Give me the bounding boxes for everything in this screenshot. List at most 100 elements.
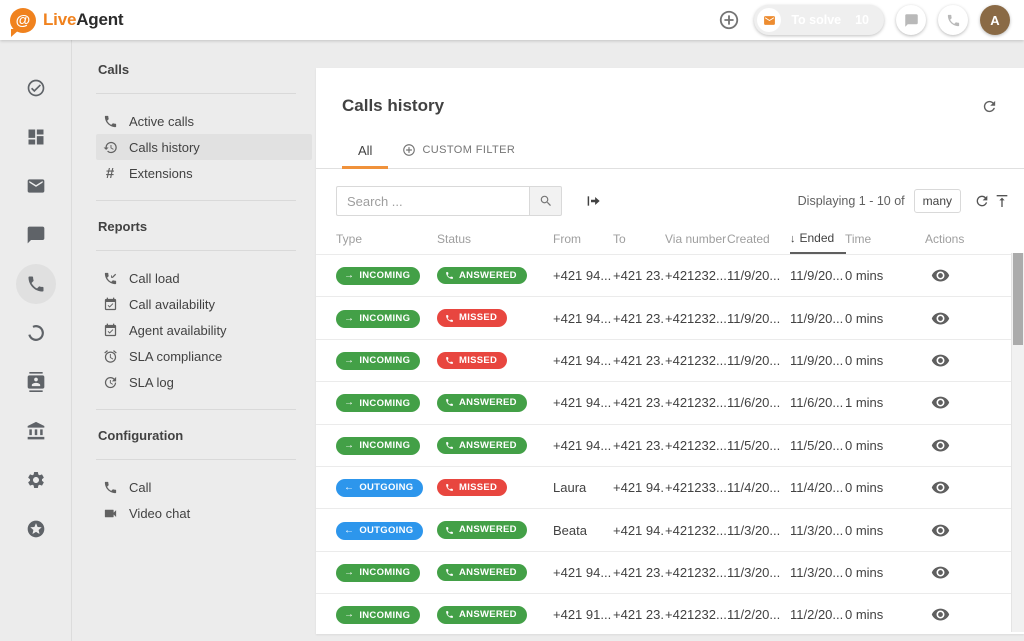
column-header-status[interactable]: Status — [437, 232, 553, 246]
via-number-cell: +421232... — [665, 353, 727, 368]
incoming-badge: →INCOMING — [336, 310, 420, 328]
chat-icon — [26, 225, 46, 245]
panel-refresh-button[interactable] — [981, 98, 998, 115]
view-call-button[interactable] — [931, 266, 950, 285]
column-header-via-number[interactable]: Via number — [665, 232, 727, 246]
to-cell: +421 23... — [613, 353, 665, 368]
table-row[interactable]: →INCOMINGANSWERED+421 94...+421 23...+42… — [316, 381, 1024, 423]
sidebar-item-extensions[interactable]: #Extensions — [96, 160, 312, 186]
user-avatar[interactable]: A — [980, 5, 1010, 35]
created-cell: 11/6/20... — [727, 395, 790, 410]
to-cell: +421 23... — [613, 438, 665, 453]
sidebar-item-sla-compliance[interactable]: SLA compliance — [96, 343, 312, 369]
add-new-button[interactable] — [716, 7, 742, 33]
view-call-button[interactable] — [931, 563, 950, 582]
phone-icon — [445, 483, 454, 492]
actions-cell — [925, 351, 1008, 370]
total-count-chip[interactable]: many — [914, 189, 961, 213]
badge-label: INCOMING — [359, 441, 410, 451]
from-cell: Beata — [553, 523, 613, 538]
sidebar-item-active-calls[interactable]: Active calls — [96, 108, 312, 134]
sidebar-item-call-load[interactable]: Call load — [96, 265, 312, 291]
phone-icon — [445, 314, 454, 323]
table-row[interactable]: →INCOMINGANSWERED+421 94...+421 23...+42… — [316, 424, 1024, 466]
tab-all[interactable]: All — [342, 132, 388, 168]
search-group — [336, 186, 562, 216]
table-refresh-button[interactable] — [974, 193, 990, 209]
column-header-type[interactable]: Type — [336, 232, 437, 246]
column-header-time[interactable]: Time — [845, 232, 925, 246]
scrollbar-thumb[interactable] — [1013, 253, 1023, 345]
column-header-ended[interactable]: ↓Ended — [790, 225, 845, 254]
badge-label: INCOMING — [359, 568, 410, 578]
column-header-to[interactable]: To — [613, 232, 665, 246]
tab-custom-filter[interactable]: CUSTOM FILTER — [388, 132, 529, 168]
type-cell: →INCOMING — [336, 563, 437, 582]
answered-badge: ANSWERED — [437, 521, 527, 539]
time-cell: 0 mins — [845, 480, 925, 495]
type-cell: →INCOMING — [336, 351, 437, 370]
search-input[interactable] — [336, 186, 529, 216]
rail-item-star-circle[interactable] — [16, 509, 56, 549]
history-icon — [102, 139, 118, 155]
rail-item-check-circle[interactable] — [16, 68, 56, 108]
sidebar-item-sla-log[interactable]: SLA log — [96, 369, 312, 395]
badge-label: ANSWERED — [459, 271, 517, 281]
actions-cell — [925, 436, 1008, 455]
view-call-button[interactable] — [931, 309, 950, 328]
badge-label: ANSWERED — [459, 525, 517, 535]
scroll-to-top-button[interactable] — [994, 193, 1010, 209]
sidebar-item-video-chat[interactable]: Video chat — [96, 500, 312, 526]
search-button[interactable] — [529, 186, 562, 216]
divider — [96, 459, 296, 460]
table-scrollbar[interactable] — [1011, 253, 1024, 632]
answered-badge: ANSWERED — [437, 437, 527, 455]
table-row[interactable]: →INCOMINGMISSED+421 94...+421 23...+4212… — [316, 296, 1024, 338]
view-call-button[interactable] — [931, 605, 950, 624]
column-header-actions[interactable]: Actions — [925, 232, 1008, 246]
rail-item-ring[interactable] — [16, 313, 56, 353]
rail-item-contacts[interactable] — [16, 362, 56, 402]
sidebar-item-call[interactable]: Call — [96, 474, 312, 500]
sidebar-item-calls-history[interactable]: Calls history — [96, 134, 312, 160]
view-call-button[interactable] — [931, 521, 950, 540]
table-row[interactable]: →INCOMINGANSWERED+421 91...+421 23...+42… — [316, 593, 1024, 635]
refresh-icon — [981, 98, 998, 115]
column-header-from[interactable]: From — [553, 232, 613, 246]
divider — [96, 250, 296, 251]
incoming-badge: →INCOMING — [336, 267, 420, 285]
rail-item-dashboard[interactable] — [16, 117, 56, 157]
to-cell: +421 94... — [613, 480, 665, 495]
table-row[interactable]: ←OUTGOINGANSWEREDBeata+421 94...+421232.… — [316, 508, 1024, 550]
logo-bubble-icon: @ — [10, 8, 36, 33]
sidebar-item-agent-availability[interactable]: Agent availability — [96, 317, 312, 343]
alarm-icon — [102, 348, 118, 364]
next-to-solve-button[interactable] — [585, 193, 601, 209]
rail-item-gear[interactable] — [16, 460, 56, 500]
answered-badge: ANSWERED — [437, 394, 527, 412]
via-number-cell: +421232... — [665, 395, 727, 410]
table-row[interactable]: →INCOMINGMISSED+421 94...+421 23...+4212… — [316, 339, 1024, 381]
column-header-created[interactable]: Created — [727, 232, 790, 246]
table-row[interactable]: ←OUTGOINGMISSEDLaura+421 94...+421233...… — [316, 466, 1024, 508]
answered-badge: ANSWERED — [437, 564, 527, 582]
view-call-button[interactable] — [931, 436, 950, 455]
icon-rail — [0, 40, 72, 641]
to-solve-button[interactable]: To solve 10 — [754, 5, 884, 35]
rail-item-chat[interactable] — [16, 215, 56, 255]
calls-button[interactable] — [938, 5, 968, 35]
rail-item-bank[interactable] — [16, 411, 56, 451]
phone-callback-icon — [102, 270, 118, 286]
view-call-button[interactable] — [931, 351, 950, 370]
view-call-button[interactable] — [931, 478, 950, 497]
phone-icon — [445, 441, 454, 450]
sidebar-item-call-availability[interactable]: Call availability — [96, 291, 312, 317]
app-logo[interactable]: @ LiveAgent — [10, 8, 123, 33]
rail-item-mail[interactable] — [16, 166, 56, 206]
rail-item-phone[interactable] — [16, 264, 56, 304]
view-call-button[interactable] — [931, 393, 950, 412]
actions-cell — [925, 309, 1008, 328]
table-row[interactable]: →INCOMINGANSWERED+421 94...+421 23...+42… — [316, 254, 1024, 296]
chats-button[interactable] — [896, 5, 926, 35]
table-row[interactable]: →INCOMINGANSWERED+421 94...+421 23...+42… — [316, 551, 1024, 593]
